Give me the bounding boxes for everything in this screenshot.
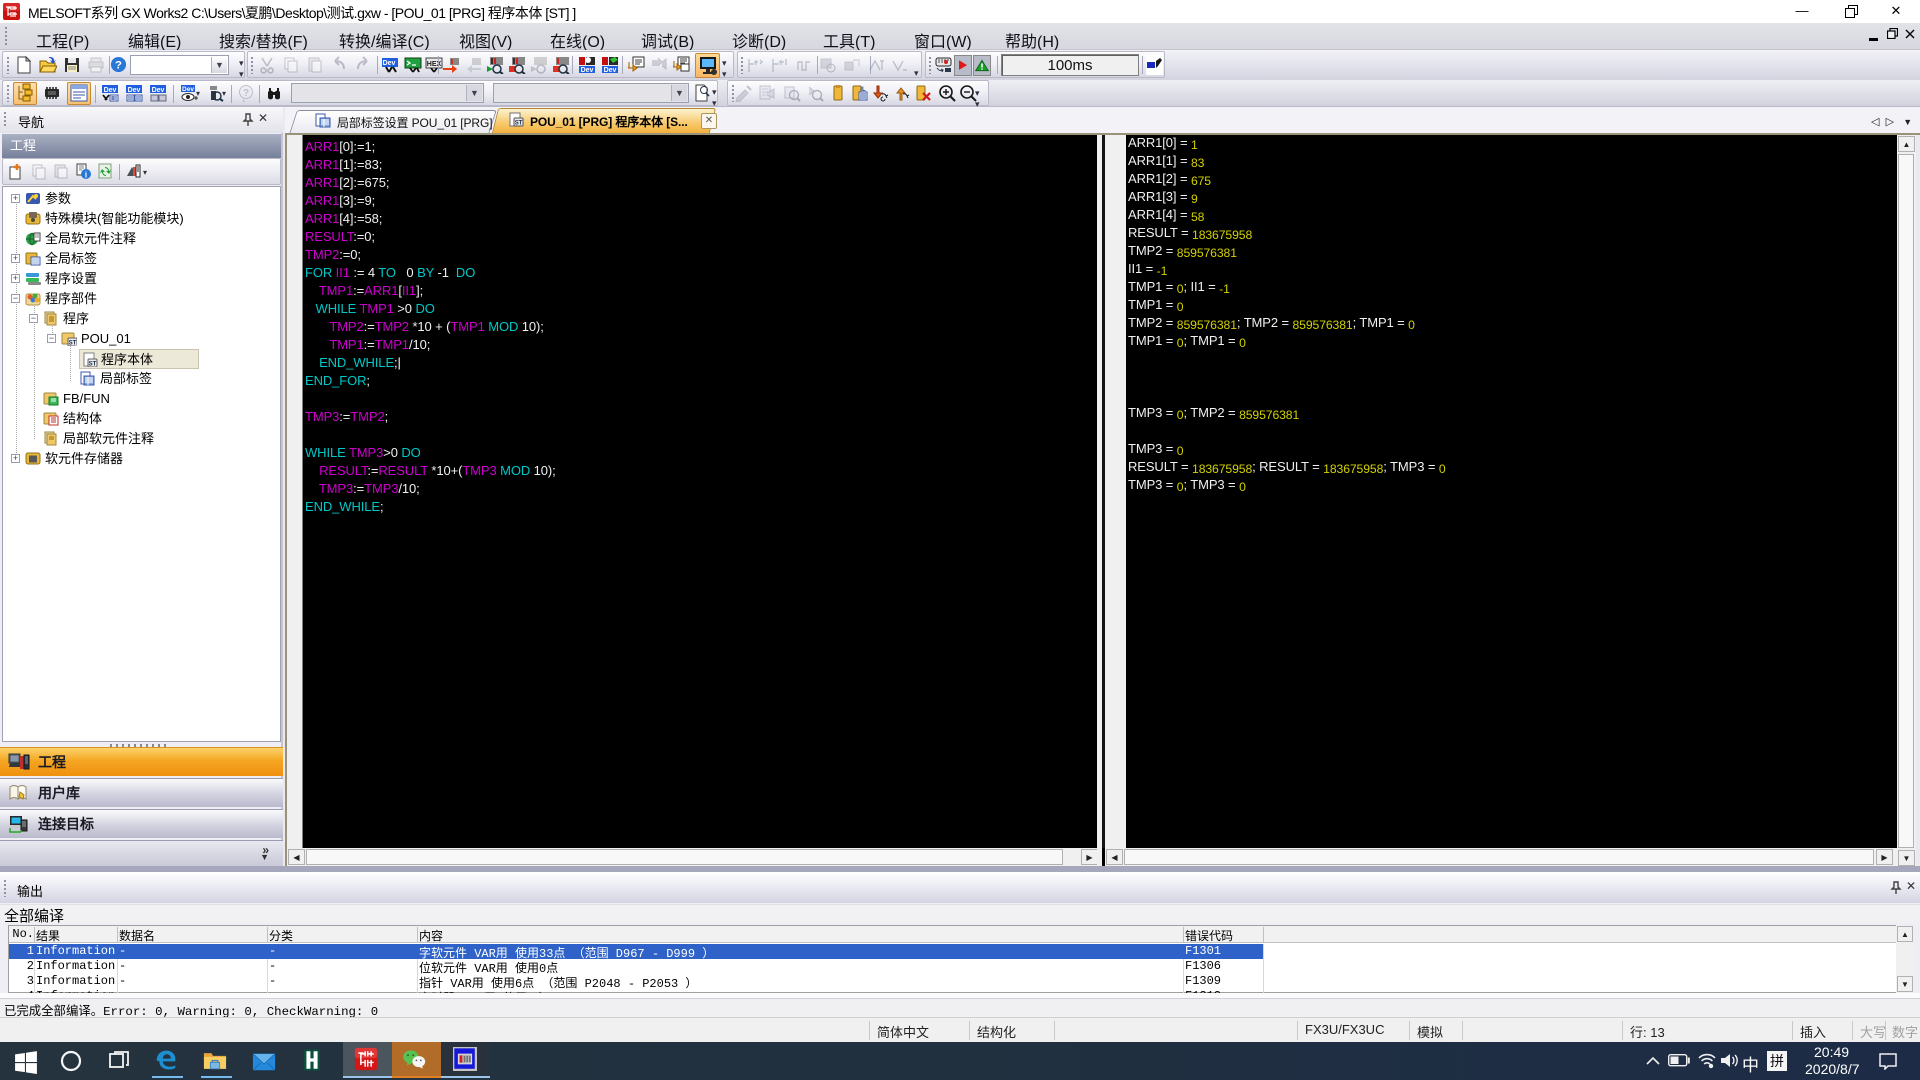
svg-text:Dev: Dev (152, 87, 165, 94)
svg-text:ST: ST (515, 121, 523, 127)
svg-text:HEX: HEX (427, 61, 442, 68)
svg-text:i: i (85, 171, 87, 180)
svg-text:Dev: Dev (104, 87, 117, 94)
svg-text:Dev: Dev (581, 67, 594, 74)
svg-text:Dev: Dev (182, 86, 194, 93)
svg-text:ST: ST (89, 362, 97, 368)
svg-text:Dev: Dev (128, 87, 141, 94)
svg-text:ST: ST (69, 341, 77, 347)
svg-text:?: ? (115, 59, 122, 71)
svg-text:?: ? (243, 88, 249, 99)
svg-text:Dev: Dev (383, 60, 396, 67)
svg-text:Dev: Dev (604, 67, 617, 74)
